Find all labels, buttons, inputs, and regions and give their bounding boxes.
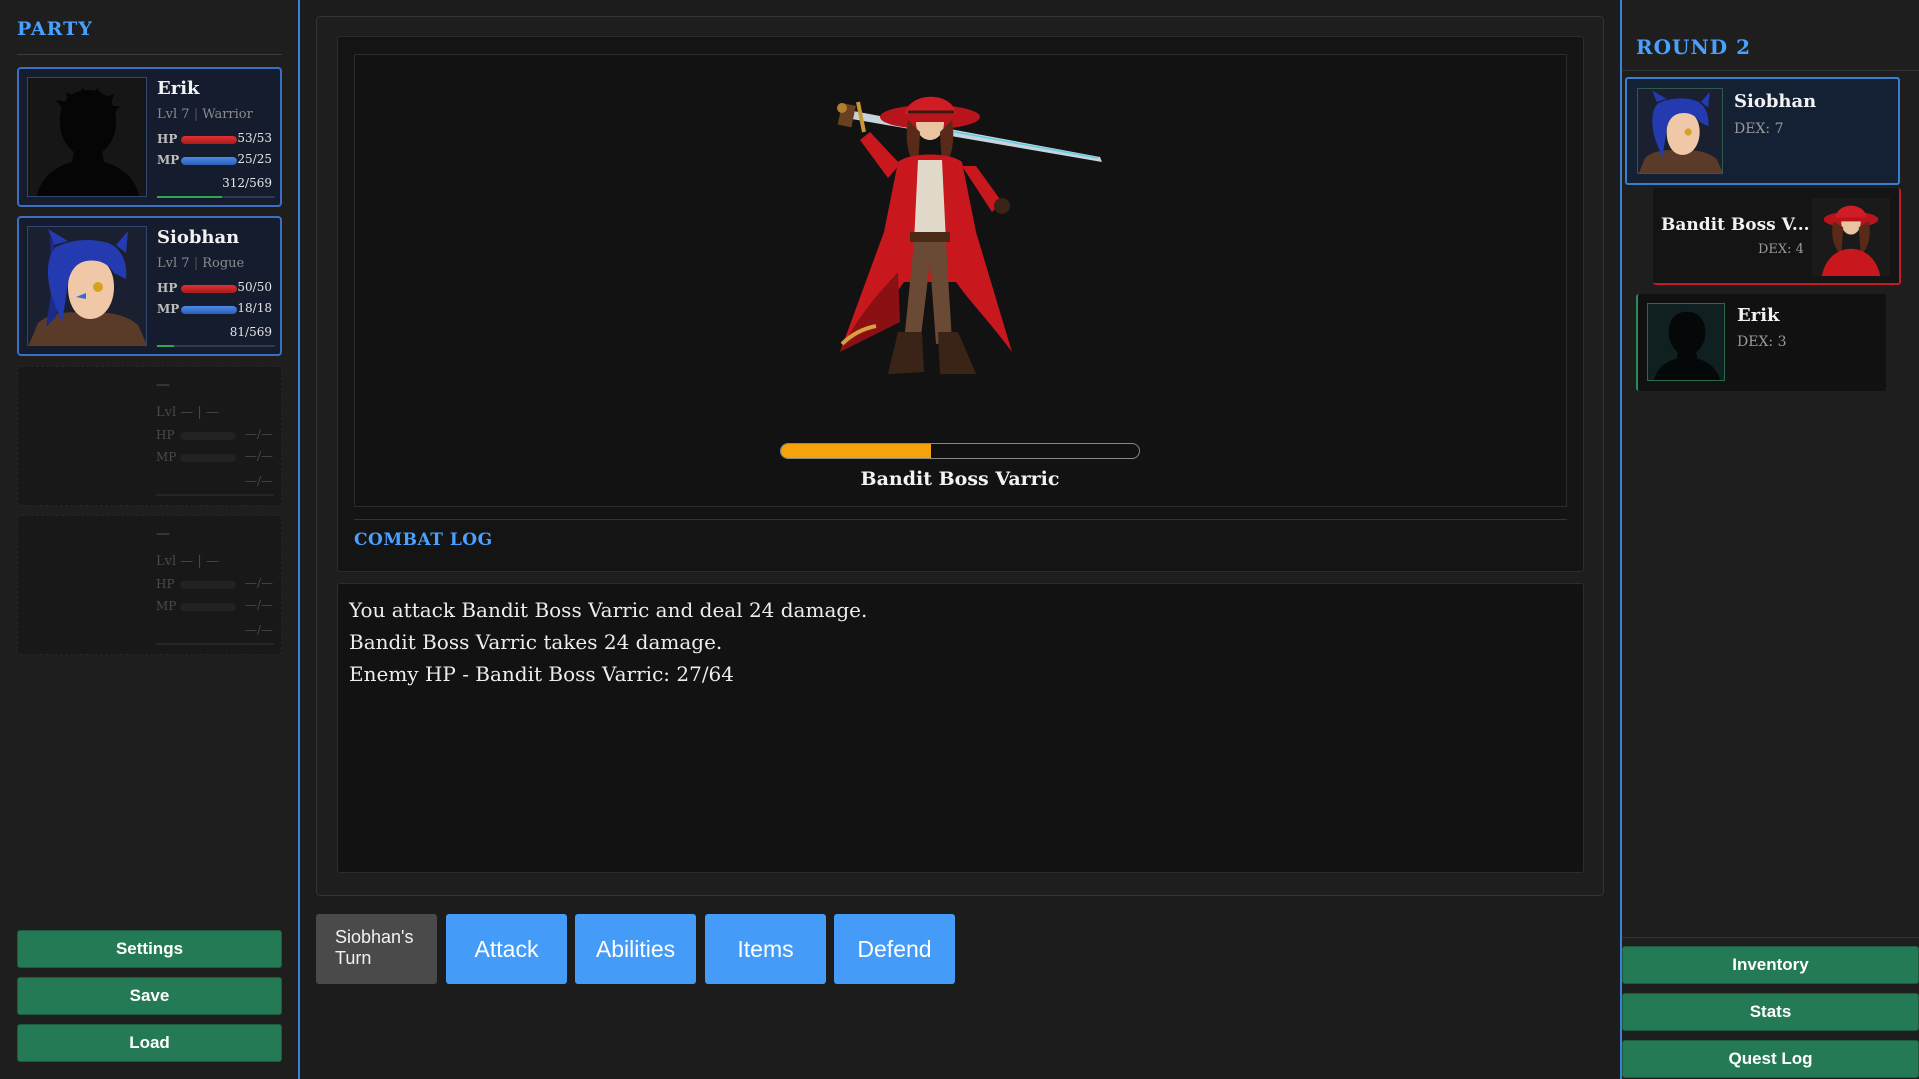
turn-order-bandit-boss[interactable]: Bandit Boss V... DEX: 4 — [1653, 188, 1901, 285]
stats-button[interactable]: Stats — [1622, 993, 1919, 1031]
empty-hp-value: —/— — [244, 576, 273, 590]
empty-xp-value: —/— — [244, 474, 273, 488]
empty-hp-bar — [180, 432, 236, 440]
abilities-button[interactable]: Abilities — [575, 914, 696, 984]
erik-mp-value: 25/25 — [237, 152, 272, 166]
attack-button[interactable]: Attack — [446, 914, 567, 984]
enemy-hp-bar — [780, 443, 1140, 459]
empty-mp-value: —/— — [244, 449, 273, 463]
empty-xp-value: —/— — [244, 623, 273, 637]
hp-label: HP — [157, 132, 178, 146]
empty-name: — — [156, 526, 170, 542]
round-divider — [1622, 70, 1919, 71]
empty-mp-bar — [180, 454, 236, 462]
enemy-name: Bandit Boss Varric — [860, 468, 1060, 490]
siobhan-name: Siobhan — [157, 227, 240, 248]
mp-label: MP — [157, 153, 180, 167]
defend-button[interactable]: Defend — [834, 914, 955, 984]
turn-order-siobhan[interactable]: Siobhan DEX: 7 — [1625, 77, 1900, 185]
catgirl-portrait-icon — [1638, 89, 1722, 173]
siobhan-portrait — [27, 226, 147, 346]
empty-level-class: Lvl — | — — [156, 405, 219, 420]
quest-log-button[interactable]: Quest Log — [1622, 1040, 1919, 1078]
erik-name: Erik — [157, 78, 200, 99]
turn-order-dex: DEX: 3 — [1737, 334, 1787, 350]
erik-xp-value: 312/569 — [222, 176, 272, 190]
erik-hp-value: 53/53 — [237, 131, 272, 145]
turn-indicator: Siobhan's Turn — [316, 914, 437, 984]
hp-label: HP — [157, 281, 178, 295]
bandit-boss-portrait-icon — [1812, 198, 1890, 276]
silhouette-icon — [28, 78, 146, 196]
party-card-empty-4: — Lvl — | — HP —/— MP —/— —/— — [17, 515, 282, 655]
erik-hp-bar — [181, 136, 237, 144]
turn-order-dex: DEX: 4 — [1758, 242, 1804, 257]
siobhan-xp-value: 81/569 — [229, 325, 272, 339]
empty-xp-bar — [156, 643, 274, 645]
siobhan-mp-value: 18/18 — [237, 301, 272, 315]
settings-button[interactable]: Settings — [17, 930, 282, 968]
inventory-button[interactable]: Inventory — [1622, 946, 1919, 984]
hp-label: HP — [156, 577, 175, 591]
empty-hp-value: —/— — [244, 427, 273, 441]
items-button[interactable]: Items — [705, 914, 826, 984]
siobhan-hp-value: 50/50 — [237, 280, 272, 294]
erik-mp-bar — [181, 157, 237, 165]
combat-log-title: COMBAT LOG — [354, 530, 493, 550]
party-card-erik[interactable]: Erik Lvl 7 | Warrior HP 53/53 MP 25/25 3… — [17, 67, 282, 207]
empty-mp-value: —/— — [244, 598, 273, 612]
log-line: Bandit Boss Varric takes 24 damage. — [349, 630, 723, 654]
empty-level-class: Lvl — | — — [156, 554, 219, 569]
load-button[interactable]: Load — [17, 1024, 282, 1062]
empty-mp-bar — [180, 603, 236, 611]
turn-order-name: Erik — [1737, 305, 1780, 326]
combat-log: You attack Bandit Boss Varric and deal 2… — [337, 583, 1584, 873]
combat-log-divider — [354, 519, 1567, 520]
siobhan-level-class: Lvl 7 | Rogue — [157, 256, 245, 271]
right-panel-divider — [1622, 937, 1919, 938]
erik-level-class: Lvl 7 | Warrior — [157, 107, 253, 122]
party-card-siobhan[interactable]: Siobhan Lvl 7 | Rogue HP 50/50 MP 18/18 … — [17, 216, 282, 356]
bandit-boss-turn-portrait — [1812, 198, 1890, 276]
enemy-hp-fill — [781, 444, 932, 458]
bandit-boss-sprite-icon[interactable] — [780, 82, 1110, 412]
empty-xp-bar — [156, 494, 274, 496]
party-card-empty-3: — Lvl — | — HP —/— MP —/— —/— — [17, 366, 282, 506]
turn-order-dex: DEX: 7 — [1734, 121, 1784, 137]
log-line: You attack Bandit Boss Varric and deal 2… — [349, 598, 868, 622]
turn-order-name: Bandit Boss V... — [1661, 215, 1810, 235]
empty-hp-bar — [180, 581, 236, 589]
round-title: ROUND 2 — [1636, 35, 1751, 59]
siobhan-hp-bar — [181, 285, 237, 293]
silhouette-icon — [1648, 304, 1724, 380]
siobhan-xp-bar — [157, 345, 275, 347]
erik-xp-bar — [157, 196, 275, 198]
mp-label: MP — [156, 450, 177, 464]
party-title-divider — [17, 54, 282, 55]
hp-label: HP — [156, 428, 175, 442]
party-title: PARTY — [17, 18, 93, 40]
mp-label: MP — [156, 599, 177, 613]
erik-portrait — [27, 77, 147, 197]
siobhan-turn-portrait — [1637, 88, 1723, 174]
turn-order-erik[interactable]: Erik DEX: 3 — [1636, 294, 1886, 391]
save-button[interactable]: Save — [17, 977, 282, 1015]
turn-order-name: Siobhan — [1734, 91, 1817, 112]
mp-label: MP — [157, 302, 180, 316]
siobhan-mp-bar — [181, 306, 237, 314]
catgirl-portrait-icon — [28, 227, 146, 345]
empty-name: — — [156, 377, 170, 393]
log-line: Enemy HP - Bandit Boss Varric: 27/64 — [349, 662, 735, 686]
erik-turn-portrait — [1647, 303, 1725, 381]
